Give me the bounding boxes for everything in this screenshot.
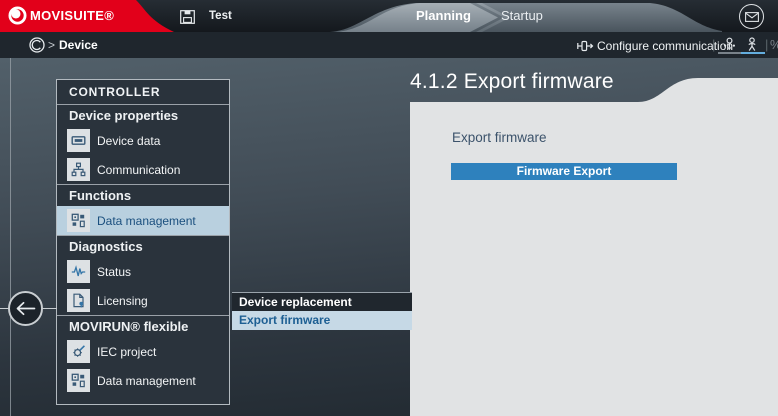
toolbar-separator-2: | — [765, 37, 768, 52]
sidebar-item-iec-project[interactable]: IEC project — [57, 337, 229, 366]
sidebar-item-licensing[interactable]: Licensing — [57, 286, 229, 315]
tab-startup[interactable]: Startup — [501, 8, 543, 23]
submenu-item-export-firmware[interactable]: Export firmware — [232, 311, 412, 330]
toolbar-separator: | — [712, 37, 715, 52]
breadcrumb-device[interactable]: Device — [59, 38, 98, 52]
sidebar-item-communication[interactable]: Communication — [57, 155, 229, 184]
movisuite-logo-icon — [8, 6, 27, 25]
tab-planning[interactable]: Planning — [416, 8, 471, 23]
sidebar-item-label: Device data — [97, 134, 160, 148]
sidebar-item-status[interactable]: Status — [57, 257, 229, 286]
breadcrumb-separator: > — [48, 38, 55, 52]
save-icon[interactable] — [180, 10, 195, 24]
firmware-export-button[interactable]: Firmware Export — [451, 163, 677, 180]
sidebar-item-data-management-2[interactable]: Data management — [57, 366, 229, 395]
main-panel — [410, 78, 778, 416]
waveform-icon — [67, 260, 90, 283]
sidebar-item-device-data[interactable]: Device data — [57, 126, 229, 155]
project-name[interactable]: Test — [209, 10, 232, 22]
left-edge-line — [10, 58, 11, 416]
section-movirun-flexible: MOVIRUN® flexible — [57, 316, 229, 337]
brand-title: MOVISUITE® — [30, 8, 114, 23]
network-icon — [67, 158, 90, 181]
section-device-properties: Device properties — [57, 105, 229, 126]
sidebar-item-label: Data management — [97, 374, 196, 388]
sidebar-item-label: Status — [97, 265, 131, 279]
export-firmware-label: Export firmware — [452, 130, 547, 145]
section-diagnostics: Diagnostics — [57, 236, 229, 257]
section-functions: Functions — [57, 185, 229, 206]
arrow-left-icon — [15, 301, 36, 316]
back-button[interactable] — [8, 291, 43, 326]
home-swirl-icon[interactable] — [29, 37, 45, 53]
percent-icon-clipped[interactable]: % — [770, 37, 778, 52]
person-underline-active — [741, 52, 765, 54]
submenu-item-device-replacement[interactable]: Device replacement — [232, 292, 412, 311]
sidebar-item-data-management[interactable]: Data management — [57, 206, 229, 235]
qr-grid-icon — [67, 209, 90, 232]
sidebar-item-label: IEC project — [97, 345, 156, 359]
page-title: 4.1.2 Export firmware — [410, 70, 614, 94]
device-panel-icon — [67, 129, 90, 152]
gear-pen-icon — [67, 340, 90, 363]
controller-sidebar: CONTROLLER Device properties Device data — [56, 79, 230, 405]
drive-node-icon[interactable] — [721, 37, 738, 52]
node-underline — [718, 52, 742, 54]
mail-button[interactable] — [739, 4, 764, 29]
person-icon[interactable] — [744, 37, 760, 52]
sidebar-item-label: Data management — [97, 214, 196, 228]
qr-grid-icon — [67, 369, 90, 392]
movisuite-window: MOVISUITE® Test Planning Startup — [0, 0, 778, 416]
license-document-icon — [67, 289, 90, 312]
envelope-icon — [745, 12, 759, 22]
sidebar-title: CONTROLLER — [57, 80, 229, 104]
sidebar-item-label: Communication — [97, 163, 180, 177]
sidebar-item-label: Licensing — [97, 294, 148, 308]
configure-communication-icon — [577, 39, 594, 53]
